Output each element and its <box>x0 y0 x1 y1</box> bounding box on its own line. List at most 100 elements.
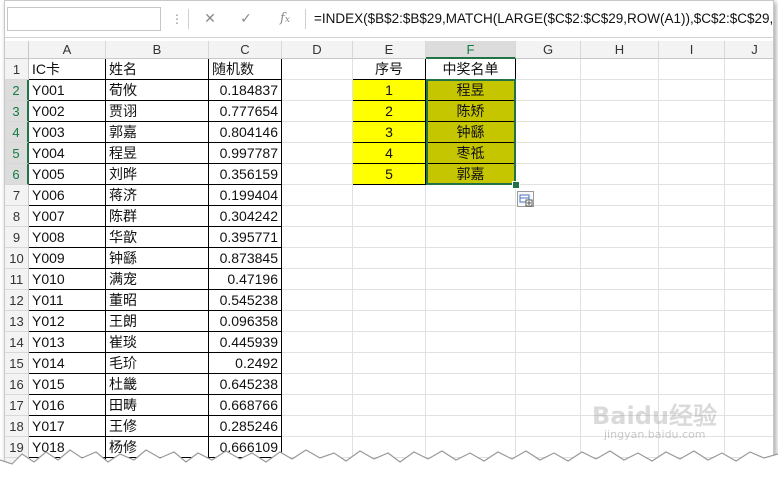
cell[interactable] <box>426 185 516 206</box>
cell[interactable] <box>282 248 353 269</box>
seq-cell[interactable]: 5 <box>353 164 426 185</box>
cell[interactable] <box>581 59 659 80</box>
cell[interactable] <box>426 227 516 248</box>
cell[interactable] <box>581 185 659 206</box>
column-header-h[interactable]: H <box>581 41 659 59</box>
cell[interactable] <box>426 248 516 269</box>
cell[interactable] <box>581 332 659 353</box>
table-cell[interactable]: 王修 <box>106 416 209 437</box>
cell[interactable] <box>516 164 581 185</box>
table-cell[interactable]: 0.445939 <box>209 332 282 353</box>
table-cell[interactable]: Y015 <box>29 374 106 395</box>
cell[interactable] <box>725 416 773 437</box>
cell[interactable] <box>353 395 426 416</box>
table-cell[interactable]: 0.47196 <box>209 269 282 290</box>
cell[interactable] <box>581 122 659 143</box>
more-options-icon[interactable]: ⋮ <box>171 9 183 29</box>
cell[interactable] <box>659 80 725 101</box>
table-cell[interactable]: 0.304242 <box>209 206 282 227</box>
cell[interactable] <box>282 395 353 416</box>
column-header-f[interactable]: F <box>426 41 516 59</box>
cell[interactable] <box>353 416 426 437</box>
check-icon[interactable]: ✓ <box>236 9 256 29</box>
row-header-9[interactable]: 9 <box>5 227 29 248</box>
cell[interactable] <box>282 290 353 311</box>
table-header-cell[interactable]: 姓名 <box>106 59 209 80</box>
cell[interactable] <box>282 311 353 332</box>
cell[interactable] <box>581 206 659 227</box>
cell[interactable] <box>581 290 659 311</box>
cell[interactable] <box>516 122 581 143</box>
fill-handle[interactable] <box>512 181 520 189</box>
cell[interactable] <box>516 269 581 290</box>
seq-cell[interactable]: 1 <box>353 80 426 101</box>
cell[interactable] <box>581 80 659 101</box>
row-header-16[interactable]: 16 <box>5 374 29 395</box>
row-header-15[interactable]: 15 <box>5 353 29 374</box>
table-cell[interactable]: Y008 <box>29 227 106 248</box>
cell[interactable] <box>725 269 773 290</box>
table-cell[interactable]: 杜畿 <box>106 374 209 395</box>
winners-header-cell[interactable]: 中奖名单 <box>426 59 516 80</box>
table-cell[interactable]: 刘晔 <box>106 164 209 185</box>
cell[interactable] <box>725 227 773 248</box>
column-header-c[interactable]: C <box>209 41 282 59</box>
row-header-3[interactable]: 3 <box>5 101 29 122</box>
cell[interactable] <box>516 311 581 332</box>
table-cell[interactable]: 满宠 <box>106 269 209 290</box>
table-cell[interactable]: 王朗 <box>106 311 209 332</box>
cell[interactable] <box>426 269 516 290</box>
table-cell[interactable]: 钟繇 <box>106 248 209 269</box>
table-cell[interactable]: 0.777654 <box>209 101 282 122</box>
table-cell[interactable]: 蒋济 <box>106 185 209 206</box>
table-cell[interactable]: Y017 <box>29 416 106 437</box>
cell[interactable] <box>426 311 516 332</box>
column-header-a[interactable]: A <box>29 41 106 59</box>
cell[interactable] <box>516 248 581 269</box>
cell[interactable] <box>659 248 725 269</box>
table-cell[interactable]: 0.199404 <box>209 185 282 206</box>
cell[interactable] <box>581 311 659 332</box>
table-cell[interactable]: Y013 <box>29 332 106 353</box>
cell[interactable] <box>353 374 426 395</box>
table-cell[interactable]: 毛玠 <box>106 353 209 374</box>
cell[interactable] <box>725 185 773 206</box>
cell[interactable] <box>581 227 659 248</box>
row-header-13[interactable]: 13 <box>5 311 29 332</box>
cell[interactable] <box>659 101 725 122</box>
table-cell[interactable]: 0.356159 <box>209 164 282 185</box>
row-header-8[interactable]: 8 <box>5 206 29 227</box>
row-header-17[interactable]: 17 <box>5 395 29 416</box>
cell[interactable] <box>725 290 773 311</box>
table-cell[interactable]: 0.395771 <box>209 227 282 248</box>
seq-cell[interactable]: 4 <box>353 143 426 164</box>
winner-cell[interactable]: 钟繇 <box>426 122 516 143</box>
column-header-e[interactable]: E <box>353 41 426 59</box>
cell[interactable] <box>353 185 426 206</box>
table-cell[interactable]: 郭嘉 <box>106 122 209 143</box>
table-header-cell[interactable]: 随机数 <box>209 59 282 80</box>
row-header-14[interactable]: 14 <box>5 332 29 353</box>
cell[interactable] <box>659 269 725 290</box>
cell[interactable] <box>282 59 353 80</box>
cell[interactable] <box>426 395 516 416</box>
table-cell[interactable]: Y011 <box>29 290 106 311</box>
cell[interactable] <box>581 143 659 164</box>
row-header-12[interactable]: 12 <box>5 290 29 311</box>
table-cell[interactable]: 崔琰 <box>106 332 209 353</box>
cell[interactable] <box>282 101 353 122</box>
cell[interactable] <box>282 122 353 143</box>
table-cell[interactable]: 0.997787 <box>209 143 282 164</box>
table-cell[interactable]: 0.873845 <box>209 248 282 269</box>
cell[interactable] <box>725 122 773 143</box>
table-cell[interactable]: 0.285246 <box>209 416 282 437</box>
row-header-10[interactable]: 10 <box>5 248 29 269</box>
table-cell[interactable]: 0.645238 <box>209 374 282 395</box>
cell[interactable] <box>353 227 426 248</box>
cell[interactable] <box>516 290 581 311</box>
cell[interactable] <box>659 290 725 311</box>
cell[interactable] <box>659 185 725 206</box>
cell[interactable] <box>659 332 725 353</box>
winner-cell[interactable]: 枣祗 <box>426 143 516 164</box>
table-cell[interactable]: 荀攸 <box>106 80 209 101</box>
